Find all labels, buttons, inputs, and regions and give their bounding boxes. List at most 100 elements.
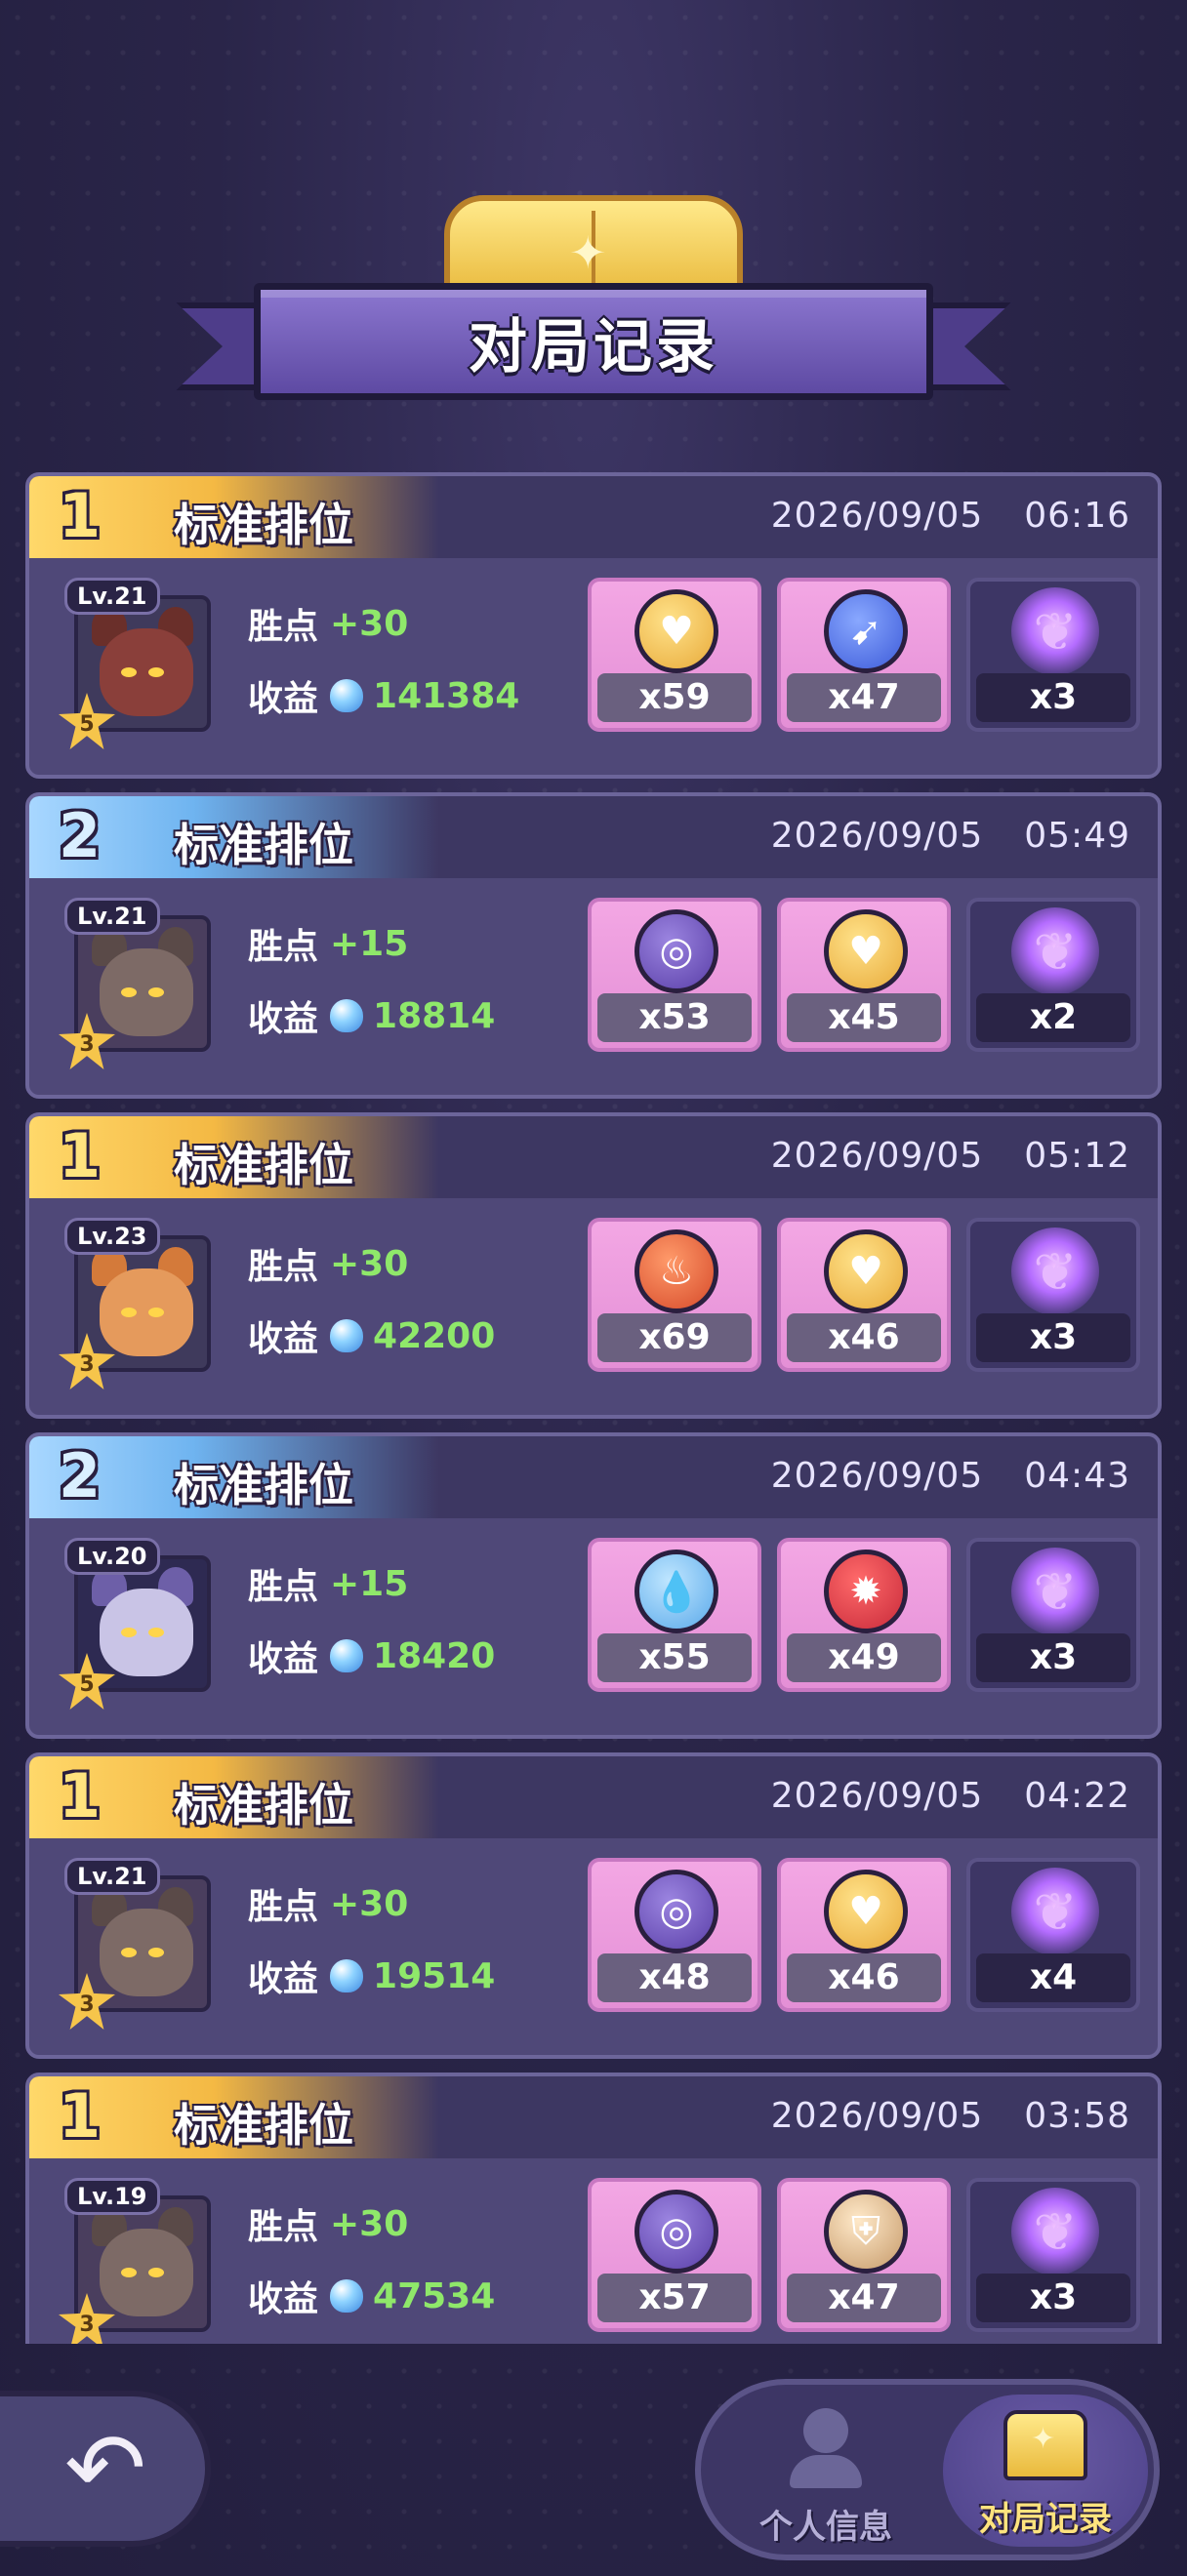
reward-item[interactable]: ◎ x57 xyxy=(588,2178,761,2332)
match-date: 2026/09/05 xyxy=(770,1136,984,1176)
income-value: 19514 xyxy=(373,1955,496,1996)
rank-number: 1 xyxy=(59,1120,102,1191)
rank-number: 1 xyxy=(59,480,102,551)
reward-item[interactable]: ♥ x46 xyxy=(777,1858,951,2012)
item-quantity: x57 xyxy=(597,2274,752,2322)
match-mode: 标准排位 xyxy=(174,1779,353,1831)
match-time: 03:58 xyxy=(1024,2096,1130,2136)
item-quantity: x46 xyxy=(787,1313,941,1362)
page-header: ✦ 对局记录 xyxy=(0,176,1187,429)
match-mode: 标准排位 xyxy=(174,499,353,551)
reward-item[interactable]: ✹ x49 xyxy=(777,1538,951,1692)
card-body: Lv.21 5 胜点 +30 收益 141384 ♥ x59 ➹ x47 ❦ x… xyxy=(29,558,1158,775)
item-quantity: x53 xyxy=(597,993,752,1042)
swirl-coin-icon: ◎ xyxy=(634,1870,718,1953)
match-record-card[interactable]: 1 标准排位 2026/09/05 03:58 Lv.19 3 胜点 +30 收… xyxy=(25,2073,1162,2344)
reward-item[interactable]: ⛨ x47 xyxy=(777,2178,951,2332)
match-record-card[interactable]: 1 标准排位 2026/09/05 05:12 Lv.23 3 胜点 +30 收… xyxy=(25,1112,1162,1419)
reward-items: ♨ x69 ♥ x46 ❦ x3 xyxy=(588,1218,1140,1372)
hero-avatar[interactable]: Lv.20 5 xyxy=(59,1538,221,1710)
swirl-coin-icon: ◎ xyxy=(634,2190,718,2274)
income-value: 18814 xyxy=(373,995,496,1036)
star-count: 5 xyxy=(79,1671,95,1697)
match-date: 2026/09/05 xyxy=(770,496,984,536)
level-badge: Lv.19 xyxy=(64,2178,160,2215)
avatar-portrait xyxy=(74,915,211,1052)
item-quantity: x55 xyxy=(597,1633,752,1682)
points-value: +30 xyxy=(330,603,409,644)
points-label: 胜点 xyxy=(248,1567,319,1607)
reward-item[interactable]: 💧 x55 xyxy=(588,1538,761,1692)
match-stats: 胜点 +30 收益 42200 xyxy=(248,1228,495,1372)
match-stats: 胜点 +15 收益 18814 xyxy=(248,907,495,1052)
reward-item-wisp[interactable]: ❦ x3 xyxy=(966,2178,1140,2332)
purple-wisp-icon: ❦ xyxy=(1011,1548,1099,1635)
match-datetime: 2026/09/05 04:43 xyxy=(771,1456,1130,1496)
hero-avatar[interactable]: Lv.23 3 xyxy=(59,1218,221,1389)
reward-item-wisp[interactable]: ❦ x3 xyxy=(966,1218,1140,1372)
card-body: Lv.19 3 胜点 +30 收益 47534 ◎ x57 ⛨ x47 ❦ x3 xyxy=(29,2158,1158,2344)
nav-profile-label: 个人信息 xyxy=(759,2508,892,2547)
reward-item[interactable]: ◎ x48 xyxy=(588,1858,761,2012)
heart-coin-icon: ♥ xyxy=(824,1870,908,1953)
reward-item[interactable]: ♨ x69 xyxy=(588,1218,761,1372)
hero-avatar[interactable]: Lv.21 3 xyxy=(59,898,221,1069)
item-quantity: x59 xyxy=(597,673,752,722)
level-badge: Lv.21 xyxy=(64,578,160,615)
reward-item-wisp[interactable]: ❦ x2 xyxy=(966,898,1140,1052)
reward-item[interactable]: ◎ x53 xyxy=(588,898,761,1052)
reward-item[interactable]: ♥ x46 xyxy=(777,1218,951,1372)
avatar-portrait xyxy=(74,2195,211,2332)
reward-item[interactable]: ♥ x59 xyxy=(588,578,761,732)
item-quantity: x2 xyxy=(976,993,1130,1042)
match-record-list[interactable]: 1 标准排位 2026/09/05 06:16 Lv.21 5 胜点 +30 收… xyxy=(25,472,1162,2344)
reward-item-wisp[interactable]: ❦ x3 xyxy=(966,1538,1140,1692)
match-record-card[interactable]: 2 标准排位 2026/09/05 04:43 Lv.20 5 胜点 +15 收… xyxy=(25,1432,1162,1739)
match-record-card[interactable]: 2 标准排位 2026/09/05 05:49 Lv.21 3 胜点 +15 收… xyxy=(25,792,1162,1099)
star-count: 3 xyxy=(79,1031,95,1057)
heart-coin-icon: ♥ xyxy=(824,909,908,993)
reward-item-wisp[interactable]: ❦ x3 xyxy=(966,578,1140,732)
avatar-portrait xyxy=(74,595,211,732)
nav-match-records[interactable]: 对局记录 xyxy=(943,2395,1148,2547)
match-mode: 标准排位 xyxy=(174,819,353,871)
reward-item-wisp[interactable]: ❦ x4 xyxy=(966,1858,1140,2012)
bottom-bar: ↶ 个人信息 对局记录 xyxy=(0,2371,1187,2576)
avatar-portrait xyxy=(74,1235,211,1372)
match-time: 05:49 xyxy=(1024,816,1130,856)
page-title: 对局记录 xyxy=(469,312,718,382)
match-stats: 胜点 +15 收益 18420 xyxy=(248,1548,495,1692)
reward-items: ◎ x53 ♥ x45 ❦ x2 xyxy=(588,898,1140,1052)
wing-coin-icon: ➹ xyxy=(824,589,908,673)
match-date: 2026/09/05 xyxy=(770,1456,984,1496)
hero-avatar[interactable]: Lv.21 3 xyxy=(59,1858,221,2030)
hero-avatar[interactable]: Lv.21 5 xyxy=(59,578,221,749)
burst-coin-icon: ✹ xyxy=(824,1550,908,1633)
reward-item[interactable]: ♥ x45 xyxy=(777,898,951,1052)
level-badge: Lv.21 xyxy=(64,898,160,935)
bottom-nav: 个人信息 对局记录 xyxy=(695,2379,1160,2560)
back-arrow-icon: ↶ xyxy=(64,2411,146,2525)
avatar-portrait xyxy=(74,1555,211,1692)
match-datetime: 2026/09/05 03:58 xyxy=(771,2096,1130,2136)
match-time: 06:16 xyxy=(1024,496,1130,536)
reward-item[interactable]: ➹ x47 xyxy=(777,578,951,732)
item-quantity: x49 xyxy=(787,1633,941,1682)
item-quantity: x4 xyxy=(976,1953,1130,2002)
level-badge: Lv.20 xyxy=(64,1538,160,1575)
purple-wisp-icon: ❦ xyxy=(1011,1868,1099,1955)
purple-wisp-icon: ❦ xyxy=(1011,907,1099,995)
gem-icon xyxy=(330,1639,364,1672)
gem-icon xyxy=(330,999,364,1032)
match-datetime: 2026/09/05 06:16 xyxy=(771,496,1130,536)
match-record-card[interactable]: 1 标准排位 2026/09/05 06:16 Lv.21 5 胜点 +30 收… xyxy=(25,472,1162,779)
hero-avatar[interactable]: Lv.19 3 xyxy=(59,2178,221,2344)
income-value: 47534 xyxy=(373,2275,496,2316)
nav-profile[interactable]: 个人信息 xyxy=(728,2395,923,2551)
title-ribbon: 对局记录 xyxy=(254,283,933,400)
points-label: 胜点 xyxy=(248,607,319,647)
item-quantity: x3 xyxy=(976,1633,1130,1682)
match-record-card[interactable]: 1 标准排位 2026/09/05 04:22 Lv.21 3 胜点 +30 收… xyxy=(25,1752,1162,2059)
rank-number: 2 xyxy=(59,1440,102,1511)
back-button[interactable]: ↶ xyxy=(0,2391,211,2547)
